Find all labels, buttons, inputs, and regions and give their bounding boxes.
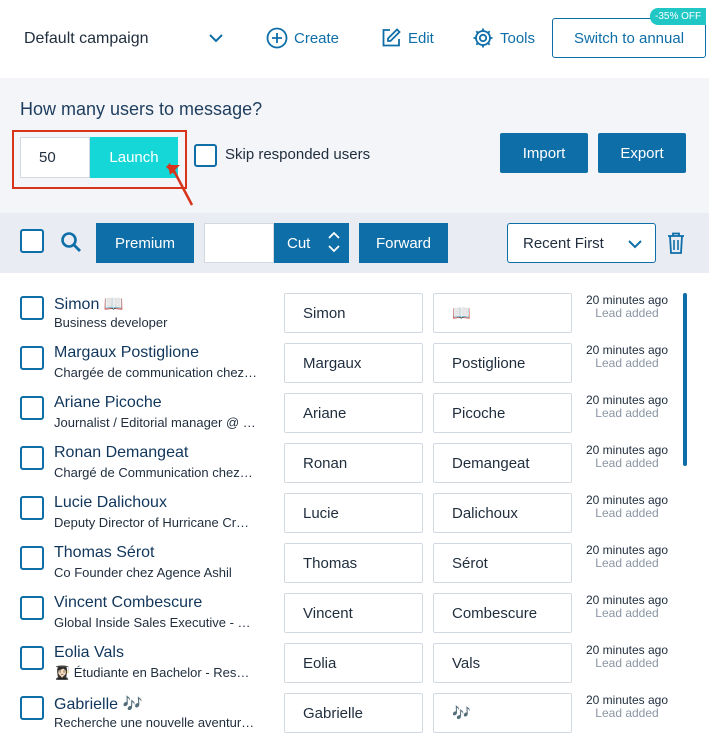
lead-status: Lead added [595,406,659,420]
lead-time: 20 minutes ago Lead added [582,344,672,370]
lead-status: Lead added [595,656,659,670]
lead-row: Thomas Sérot Co Founder chez Agence Ashi… [0,523,680,583]
lead-name[interactable]: Vincent Combescure [54,594,274,612]
chevron-down-icon [628,240,642,249]
lead-row: Simon 📖 Business developer Simon 📖 20 mi… [0,273,680,333]
lead-checkbox[interactable] [20,296,44,320]
lead-checkbox[interactable] [20,696,44,720]
lead-row: Ariane Picoche Journalist / Editorial ma… [0,373,680,433]
launch-section: How many users to message? Launch Skip r… [0,78,709,213]
message-count-input[interactable] [20,137,90,178]
first-name-field[interactable]: Gabrielle [284,693,423,733]
lead-name[interactable]: Lucie Dalichoux [54,494,274,512]
create-button[interactable]: Create [266,27,339,49]
lead-row: Vincent Combescure Global Inside Sales E… [0,573,680,633]
lead-checkbox[interactable] [20,646,44,670]
export-button[interactable]: Export [598,133,686,173]
lead-time: 20 minutes ago Lead added [582,544,672,570]
lead-status: Lead added [595,506,659,520]
tools-button[interactable]: Tools [472,27,535,49]
lead-title: Recherche une nouvelle aventur… [54,715,255,730]
lead-row: Lucie Dalichoux Deputy Director of Hurri… [0,473,680,533]
lead-time: 20 minutes ago Lead added [582,494,672,520]
lead-time: 20 minutes ago Lead added [582,594,672,620]
lead-checkbox[interactable] [20,346,44,370]
edit-icon [382,28,401,47]
trash-icon[interactable] [666,231,686,255]
lead-name[interactable]: Ronan Demangeat [54,444,274,462]
lead-time: 20 minutes ago Lead added [582,294,672,320]
lead-row: Gabrielle 🎶 Recherche une nouvelle avent… [0,673,680,733]
lead-name[interactable]: Eolia Vals [54,644,274,662]
plus-circle-icon [266,27,288,49]
lead-status: Lead added [595,706,659,720]
select-all-checkbox[interactable] [20,229,44,253]
campaign-select[interactable]: Default campaign [24,30,149,48]
lead-checkbox[interactable] [20,496,44,520]
message-count-question: How many users to message? [20,99,263,119]
lead-checkbox[interactable] [20,546,44,570]
last-name-field[interactable]: 🎶 [433,693,572,733]
forward-button[interactable]: Forward [359,223,448,263]
list-scrollbar[interactable] [683,293,687,466]
skip-responded-checkbox[interactable] [194,144,217,167]
top-bar: Default campaign Create Edit Tools Switc… [0,0,709,78]
sort-select-value: Recent First [523,234,604,252]
tools-label: Tools [500,29,536,47]
lead-status: Lead added [595,456,659,470]
lead-status: Lead added [595,306,659,320]
edit-button[interactable]: Edit [380,27,434,49]
lead-status: Lead added [595,606,659,620]
lead-checkbox[interactable] [20,596,44,620]
lead-status: Lead added [595,556,659,570]
lead-row: Margaux Postiglione Chargée de communica… [0,323,680,383]
lead-name[interactable]: Gabrielle 🎶 [54,694,274,714]
spinner-arrows-icon[interactable] [327,230,341,254]
lead-name[interactable]: Simon 📖 [54,294,274,314]
lead-row: Eolia Vals 👩🏻‍🎓 Étudiante en Bachelor - … [0,623,680,683]
search-icon[interactable] [60,231,82,253]
discount-badge: -35% OFF [650,8,707,25]
list-toolbar: Premium Cut Forward Recent First [0,213,709,273]
lead-time: 20 minutes ago Lead added [582,444,672,470]
skip-responded-label: Skip responded users [225,146,371,163]
sort-select[interactable]: Recent First [507,223,656,263]
lead-time: 20 minutes ago Lead added [582,644,672,670]
lead-name[interactable]: Margaux Postiglione [54,344,274,362]
lead-checkbox[interactable] [20,446,44,470]
lead-time: 20 minutes ago Lead added [582,394,672,420]
lead-status: Lead added [595,356,659,370]
lead-checkbox[interactable] [20,396,44,420]
lead-name[interactable]: Thomas Sérot [54,544,274,562]
lead-name[interactable]: Ariane Picoche [54,394,274,412]
lead-list: Simon 📖 Business developer Simon 📖 20 mi… [0,273,709,743]
lead-row: Ronan Demangeat Chargé de Communication … [0,423,680,483]
red-arrow-annotation [166,163,194,206]
premium-button[interactable]: Premium [96,223,194,263]
edit-label: Edit [408,29,434,47]
chevron-down-icon[interactable] [207,29,225,47]
create-label: Create [294,29,340,47]
import-button[interactable]: Import [500,133,588,173]
lead-time: 20 minutes ago Lead added [582,694,672,720]
gear-icon [473,28,493,48]
cut-count-input[interactable] [204,223,274,263]
